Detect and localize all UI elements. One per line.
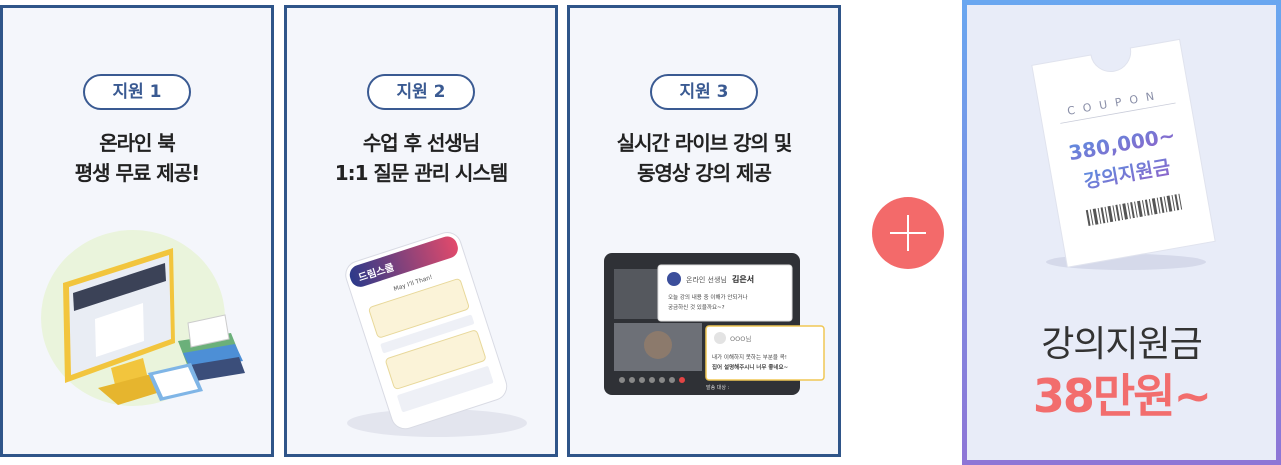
teacher-msg2: 궁금하신 것 있을까요~? bbox=[668, 303, 725, 311]
support-card-2: 지원 2 수업 후 선생님 1:1 질문 관리 시스템 드림스쿨 May I'l… bbox=[284, 5, 558, 457]
support-badge-1: 지원 1 bbox=[83, 74, 191, 110]
teacher-name: 김은서 bbox=[732, 274, 754, 284]
support-card-1: 지원 1 온라인 북 평생 무료 제공! bbox=[0, 5, 274, 457]
support-title-3: 실시간 라이브 강의 및 동영상 강의 제공 bbox=[570, 128, 838, 188]
student-name: OOO님 bbox=[730, 334, 751, 343]
plus-icon bbox=[872, 197, 944, 269]
support-title-1-line1: 온라인 북 bbox=[99, 131, 176, 155]
support-title-2-line2: 1:1 질문 관리 시스템 bbox=[334, 161, 509, 185]
support-card-3: 지원 3 실시간 라이브 강의 및 동영상 강의 제공 온라인 선생님 김은서 … bbox=[567, 5, 841, 457]
support-fund-amount: 38만원~ bbox=[1032, 369, 1212, 423]
support-title-2: 수업 후 선생님 1:1 질문 관리 시스템 bbox=[287, 128, 555, 188]
live-lecture-illustration: 온라인 선생님 김은서 오늘 강의 내용 중 이해가 안되거나 궁금하신 것 있… bbox=[570, 223, 838, 443]
support-title-3-line2: 동영상 강의 제공 bbox=[637, 161, 772, 185]
teacher-msg1: 오늘 강의 내용 중 이해가 안되거나 bbox=[668, 293, 748, 301]
support-title-2-line1: 수업 후 선생님 bbox=[362, 131, 480, 155]
support-badge-3: 지원 3 bbox=[650, 74, 758, 110]
student-msg2: 집어 설명해주시니 너무 좋네요~ bbox=[712, 363, 789, 371]
support-title-3-line1: 실시간 라이브 강의 및 bbox=[616, 131, 793, 155]
phone-illustration: 드림스쿨 May I'll Than! bbox=[287, 223, 555, 443]
coupon-ticket: COUPON 380,000~ 강의지원금 bbox=[1028, 30, 1228, 270]
student-msg1: 내가 이해하지 못하는 부분을 콕! bbox=[712, 353, 787, 361]
support-badge-2: 지원 2 bbox=[367, 74, 475, 110]
send-target-label: 발송 대상 : bbox=[706, 384, 730, 391]
support-title-1: 온라인 북 평생 무료 제공! bbox=[3, 128, 271, 188]
monitor-books-illustration bbox=[3, 223, 271, 443]
support-title-1-line2: 평생 무료 제공! bbox=[74, 161, 200, 185]
teacher-label: 온라인 선생님 bbox=[686, 275, 727, 284]
